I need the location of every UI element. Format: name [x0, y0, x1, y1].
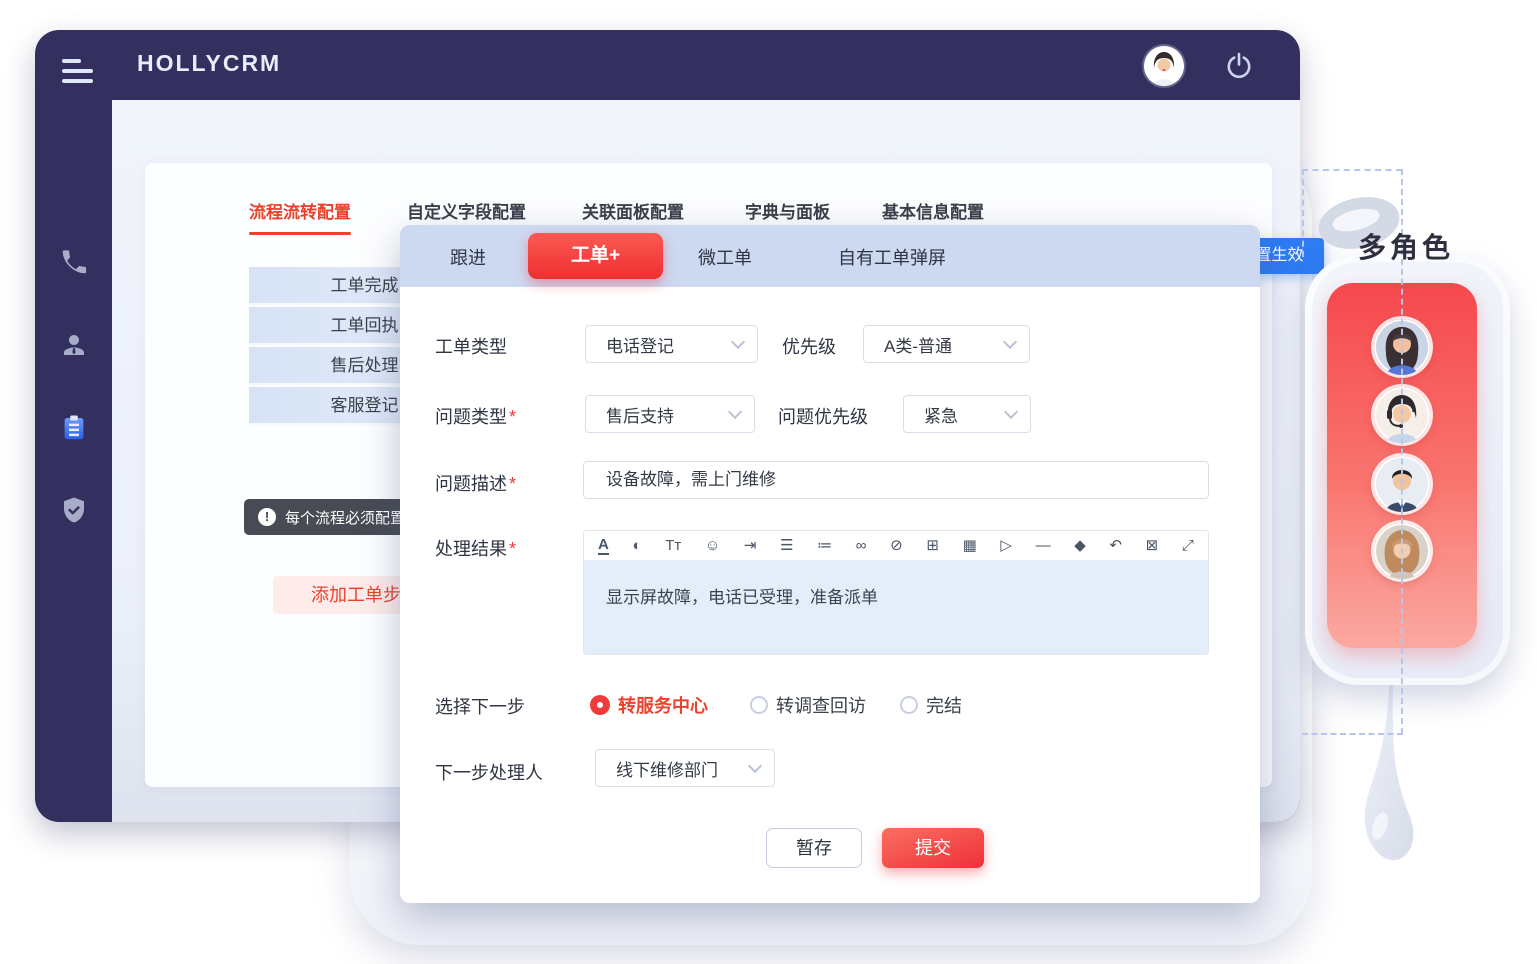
- dashed-line-bottom: [1302, 733, 1403, 735]
- radio-icon: [590, 695, 610, 715]
- priority-value: A类-普通: [864, 332, 1001, 357]
- tab-custom-fields[interactable]: 自定义字段配置: [407, 198, 526, 223]
- next-handler-select[interactable]: 线下维修部门: [595, 749, 775, 787]
- chevron-down-icon: [1004, 405, 1018, 419]
- priority-select[interactable]: A类-普通: [863, 325, 1030, 363]
- radio-finish[interactable]: 完结: [900, 692, 962, 718]
- issue-type-label: 问题类型*: [435, 403, 516, 429]
- topbar: HOLLYCRM: [35, 30, 1300, 100]
- radio-transfer-service-center[interactable]: 转服务中心: [590, 692, 708, 718]
- issue-desc-input[interactable]: 设备故障，需上门维修: [583, 461, 1209, 499]
- align-icon[interactable]: ☰: [780, 538, 793, 553]
- power-icon[interactable]: [1225, 51, 1253, 79]
- contacts-icon[interactable]: [59, 330, 89, 360]
- tab-work-order[interactable]: 工单+: [528, 233, 663, 279]
- undo-icon[interactable]: ↶: [1109, 538, 1122, 553]
- issue-desc-label: 问题描述*: [435, 470, 516, 496]
- chevron-down-icon: [748, 759, 762, 773]
- chevron-down-icon: [1003, 335, 1017, 349]
- tab-own-order-popup[interactable]: 自有工单弹屏: [838, 244, 946, 270]
- next-step-label: 选择下一步: [435, 693, 525, 719]
- dashed-line-left: [1302, 169, 1304, 257]
- palette-icon[interactable]: ◐: [632, 538, 641, 553]
- fullscreen-icon[interactable]: ⤢: [1182, 538, 1194, 553]
- tab-micro-order[interactable]: 微工单: [698, 244, 752, 270]
- delete-icon[interactable]: ⊠: [1146, 538, 1159, 553]
- font-size-icon[interactable]: Tᴛ: [665, 538, 681, 553]
- order-type-select[interactable]: 电话登记: [585, 325, 758, 363]
- result-label: 处理结果*: [435, 535, 516, 561]
- tab-related-panel[interactable]: 关联面板配置: [582, 198, 684, 223]
- issue-type-value: 售后支持: [586, 402, 726, 427]
- radio-icon: [900, 696, 918, 714]
- tab-dictionary-panel[interactable]: 字典与面板: [745, 198, 830, 223]
- video-icon[interactable]: ▷: [1000, 538, 1012, 553]
- image-icon[interactable]: ▦: [963, 538, 977, 553]
- issue-type-select[interactable]: 售后支持: [585, 395, 755, 433]
- tab-flow-config[interactable]: 流程流转配置: [249, 198, 351, 223]
- menu-icon[interactable]: [62, 59, 94, 85]
- result-editor-body[interactable]: 显示屏故障，电话已受理，准备派单: [584, 561, 1208, 655]
- work-order-modal: 跟进 工单+ 微工单 自有工单弹屏 工单类型 电话登记 优先级 A类-普通 问题…: [400, 225, 1260, 903]
- worklist-icon[interactable]: [59, 413, 89, 443]
- security-icon[interactable]: [59, 495, 89, 525]
- result-editor: A ◐ Tᴛ ☺ ⇥ ☰ ≔ ∞ ⊘ ⊞ ▦ ▷ — ◆ ↶ ⊠ ⤢ 显示屏故障…: [583, 530, 1209, 655]
- eraser-icon[interactable]: ◆: [1074, 538, 1086, 553]
- tab-basic-info[interactable]: 基本信息配置: [882, 198, 984, 223]
- exclamation-icon: !: [258, 508, 276, 526]
- list-icon[interactable]: ≔: [817, 538, 832, 553]
- phone-icon[interactable]: [59, 247, 89, 277]
- order-type-value: 电话登记: [586, 332, 729, 357]
- user-avatar[interactable]: [1144, 46, 1184, 86]
- tab-follow-up[interactable]: 跟进: [450, 244, 486, 270]
- next-handler-label: 下一步处理人: [435, 759, 543, 785]
- indent-icon[interactable]: ⇥: [744, 538, 757, 553]
- radio-icon: [750, 696, 768, 714]
- radio-transfer-survey-callback[interactable]: 转调查回访: [750, 692, 866, 718]
- screenshot-canvas: 多角色 HOLLYCRM: [0, 0, 1537, 964]
- app-title: HOLLYCRM: [137, 50, 281, 77]
- link-icon[interactable]: ∞: [856, 538, 867, 553]
- editor-toolbar: A ◐ Tᴛ ☺ ⇥ ☰ ≔ ∞ ⊘ ⊞ ▦ ▷ — ◆ ↶ ⊠ ⤢: [584, 531, 1208, 561]
- issue-priority-label: 问题优先级: [778, 403, 868, 429]
- order-type-label: 工单类型: [435, 333, 507, 359]
- submit-button[interactable]: 提交: [882, 828, 984, 868]
- emoji-icon[interactable]: ☺: [705, 538, 720, 553]
- dashed-line-top: [1302, 169, 1402, 171]
- chevron-down-icon: [731, 335, 745, 349]
- multi-role-label: 多角色: [1358, 226, 1454, 266]
- modal-tabbar: 跟进 工单+ 微工单 自有工单弹屏: [400, 225, 1260, 287]
- table-icon[interactable]: ⊞: [926, 538, 939, 553]
- priority-label: 优先级: [782, 333, 836, 359]
- drip-decoration: [1356, 680, 1420, 875]
- divider-icon[interactable]: —: [1036, 538, 1051, 553]
- font-color-icon[interactable]: A: [598, 537, 609, 555]
- issue-priority-select[interactable]: 紧急: [903, 395, 1031, 433]
- issue-priority-value: 紧急: [904, 402, 1002, 427]
- save-draft-button[interactable]: 暂存: [766, 828, 862, 868]
- chevron-down-icon: [728, 405, 742, 419]
- unlink-icon[interactable]: ⊘: [890, 538, 903, 553]
- next-handler-value: 线下维修部门: [596, 756, 746, 781]
